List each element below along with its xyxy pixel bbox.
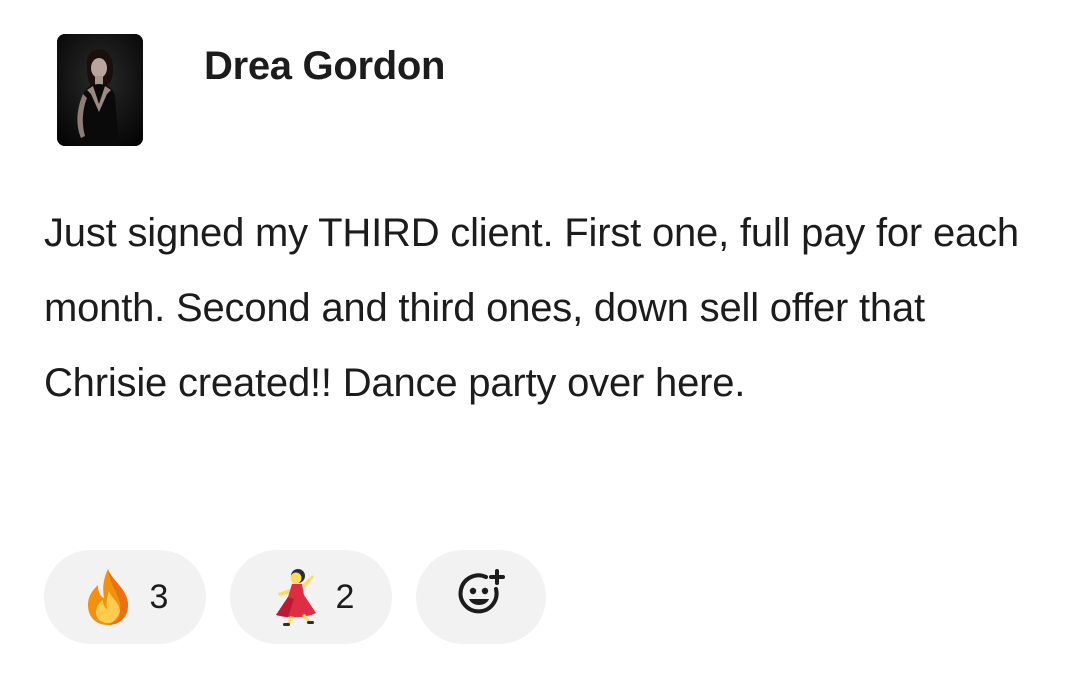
avatar-photo [57, 34, 143, 146]
reaction-dancing-woman[interactable]: 2 [230, 550, 392, 644]
reaction-count: 3 [149, 578, 169, 616]
message-text: Just signed my THIRD client. First one, … [44, 211, 1019, 405]
avatar[interactable] [57, 34, 143, 146]
reactions-bar: 3 2 [44, 550, 546, 644]
add-reaction-button[interactable] [416, 550, 546, 644]
reaction-fire[interactable]: 3 [44, 550, 206, 644]
fire-emoji-icon [82, 567, 134, 627]
add-reaction-icon [455, 568, 507, 626]
author-name[interactable]: Drea Gordon [204, 40, 445, 92]
reaction-count: 2 [335, 578, 355, 616]
dancing-woman-emoji-icon [268, 567, 320, 627]
